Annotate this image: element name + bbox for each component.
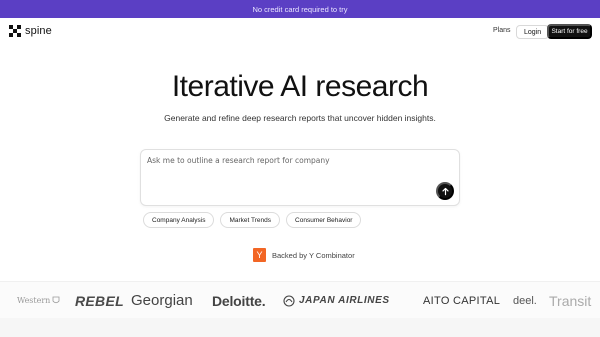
yc-backing: Y Backed by Y Combinator xyxy=(253,248,355,262)
georgian-logo: Georgian xyxy=(131,292,193,309)
western-shield-icon xyxy=(52,296,60,304)
yc-text: Backed by Y Combinator xyxy=(272,250,355,260)
western-logo: Western xyxy=(17,282,60,319)
western-logo-text: Western xyxy=(17,296,51,305)
y-combinator-icon: Y xyxy=(253,248,266,262)
logo-mark-icon xyxy=(9,25,21,37)
send-button[interactable] xyxy=(436,182,454,200)
start-for-free-button[interactable]: Start for free xyxy=(547,24,592,39)
hero-subtitle: Generate and refine deep research report… xyxy=(164,113,436,123)
jal-crane-icon xyxy=(283,294,295,307)
arrow-up-icon xyxy=(441,187,449,195)
japan-airlines-logo: JAPAN AIRLINES xyxy=(283,282,390,319)
bottom-section xyxy=(0,318,600,337)
prompt-box xyxy=(140,149,460,206)
chip-company-analysis[interactable]: Company Analysis xyxy=(143,212,215,228)
deloitte-logo: Deloitte. xyxy=(212,292,266,309)
announcement-banner: No credit card required to try xyxy=(0,0,600,18)
aito-capital-logo: AITO CAPITAL xyxy=(423,294,501,307)
transit-logo: Transit xyxy=(549,292,592,309)
logo-text: spine xyxy=(25,25,52,37)
banner-text: No credit card required to try xyxy=(252,4,348,14)
brand-logo[interactable]: spine xyxy=(9,25,52,37)
chip-consumer-behavior[interactable]: Consumer Behavior xyxy=(286,212,362,228)
hero-title: Iterative AI research xyxy=(171,70,429,103)
chip-market-trends[interactable]: Market Trends xyxy=(220,212,281,228)
plans-link[interactable]: Plans xyxy=(493,27,511,34)
suggestion-chips: Company Analysis Market Trends Consumer … xyxy=(143,212,362,228)
deel-logo: deel. xyxy=(513,294,537,307)
top-nav: spine Plans Login Start for free xyxy=(0,18,600,46)
customer-logos: Western REBEL Georgian Deloitte. JAPAN A… xyxy=(0,281,600,318)
login-button[interactable]: Login xyxy=(516,25,550,39)
rebel-fund-logo: REBEL xyxy=(75,292,124,309)
research-prompt-input[interactable] xyxy=(147,156,427,165)
